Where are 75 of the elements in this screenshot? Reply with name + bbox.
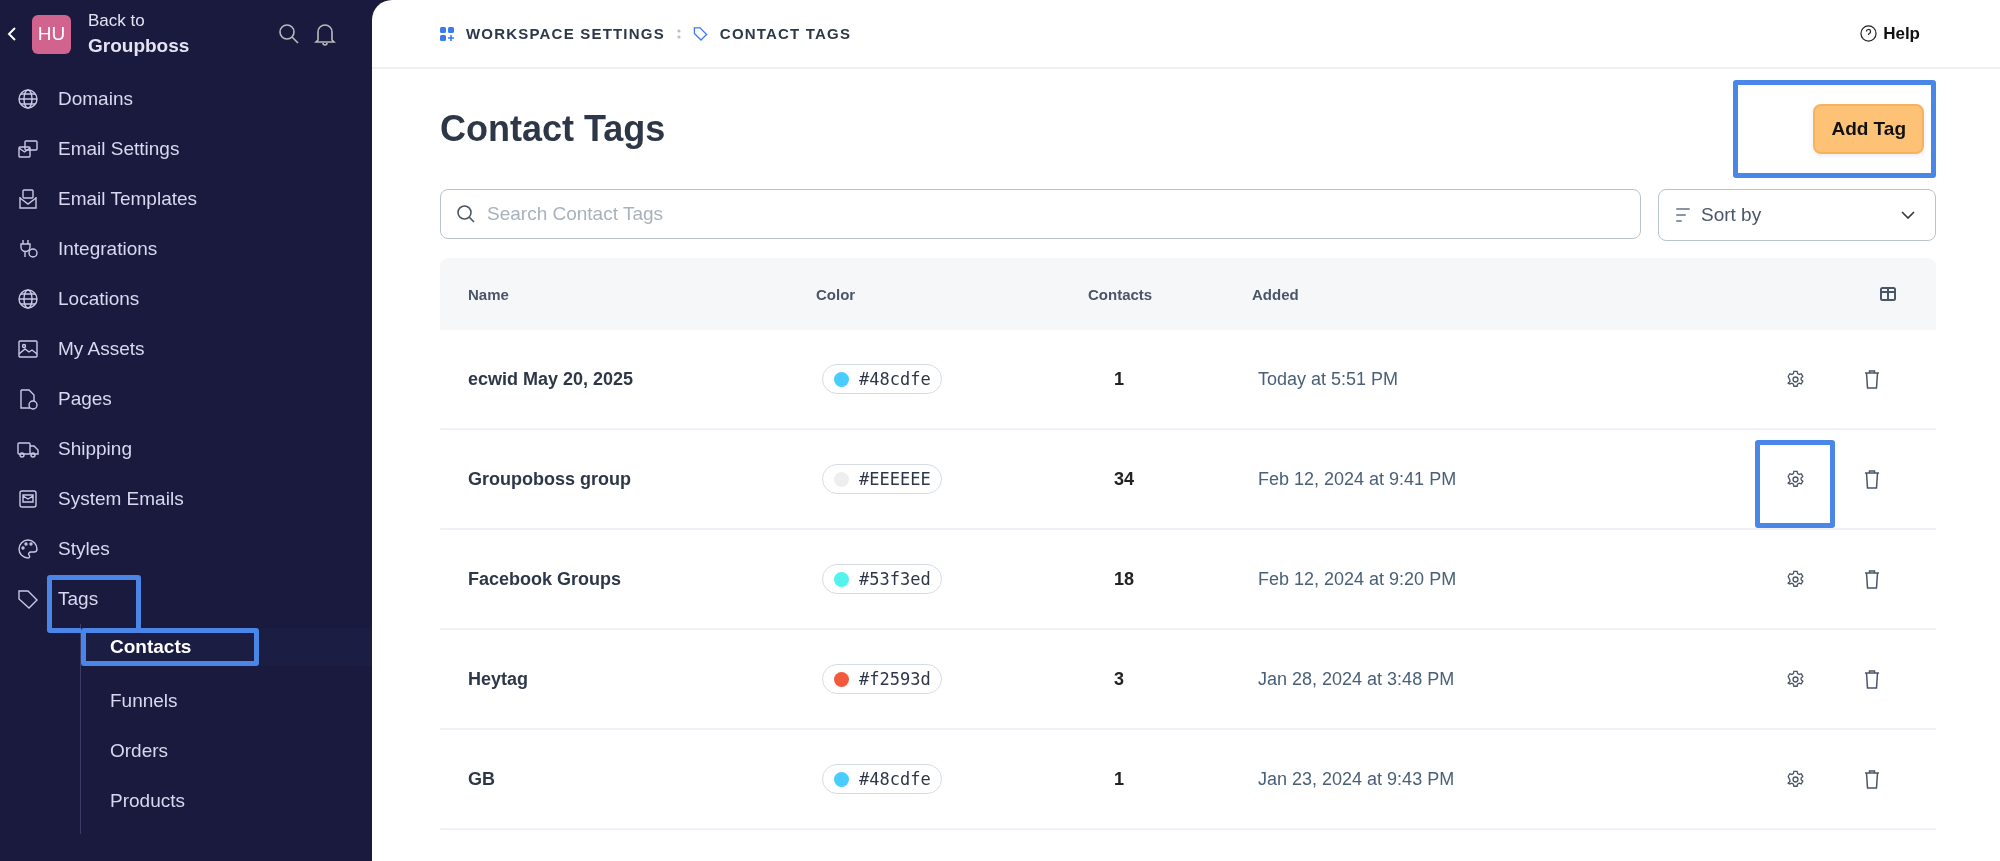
sub-nav-item[interactable]: Orders bbox=[81, 726, 372, 776]
sub-nav-item[interactable]: Products bbox=[81, 776, 372, 826]
nav-item[interactable]: Tags bbox=[0, 574, 372, 624]
added-date: Feb 12, 2024 at 9:20 PM bbox=[1257, 568, 1458, 590]
settings-icon[interactable] bbox=[1786, 469, 1805, 489]
sub-nav-item[interactable]: Contacts bbox=[81, 628, 372, 666]
grid-plus-icon bbox=[440, 26, 454, 41]
tag-icon bbox=[692, 26, 708, 41]
column-header: Name bbox=[468, 285, 510, 303]
nav-item[interactable]: Shipping bbox=[0, 424, 372, 474]
palette-icon bbox=[17, 538, 39, 560]
search-icon bbox=[456, 204, 476, 224]
envelope-list-icon bbox=[17, 188, 39, 210]
contacts-count: 18 bbox=[1113, 568, 1136, 590]
contacts-count: 34 bbox=[1113, 468, 1136, 490]
envelope-icon bbox=[17, 488, 39, 510]
back-label[interactable]: Back to bbox=[88, 11, 278, 31]
settings-icon[interactable] bbox=[1786, 569, 1805, 589]
nav-item[interactable]: Domains bbox=[0, 74, 372, 124]
help-icon bbox=[1860, 25, 1878, 42]
tag-icon bbox=[17, 588, 39, 610]
contacts-count: 3 bbox=[1113, 668, 1125, 690]
bell-icon[interactable] bbox=[314, 22, 336, 46]
nav-item[interactable]: Pages bbox=[0, 374, 372, 424]
columns-icon[interactable] bbox=[1880, 287, 1896, 301]
add-tag-button[interactable]: Add Tag bbox=[1813, 104, 1924, 154]
trash-icon[interactable] bbox=[1863, 369, 1881, 389]
sub-nav-item[interactable]: Funnels bbox=[81, 676, 372, 726]
trash-icon[interactable] bbox=[1863, 769, 1881, 789]
plug-icon bbox=[17, 238, 39, 260]
globe-icon bbox=[17, 88, 39, 110]
tag-name: Facebook Groups bbox=[468, 568, 623, 590]
trash-icon[interactable] bbox=[1863, 669, 1881, 689]
settings-icon[interactable] bbox=[1786, 769, 1805, 789]
image-icon bbox=[17, 338, 39, 360]
search-icon[interactable] bbox=[278, 23, 300, 45]
help-link[interactable]: Help bbox=[1860, 23, 1920, 44]
nav-item[interactable]: Locations bbox=[0, 274, 372, 324]
settings-icon[interactable] bbox=[1786, 369, 1805, 389]
envelope-card-icon bbox=[17, 138, 39, 160]
document-info-icon bbox=[17, 388, 39, 410]
column-header: Color bbox=[816, 285, 857, 303]
tag-name: ecwid May 20, 2025 bbox=[468, 368, 635, 390]
globe-icon bbox=[17, 288, 39, 310]
tag-name: Groupoboss group bbox=[468, 468, 632, 490]
page-title: Contact Tags bbox=[440, 108, 666, 150]
breadcrumb-current: CONTACT TAGS bbox=[719, 25, 852, 42]
search-field[interactable]: Search Contact Tags bbox=[440, 189, 1641, 239]
avatar: HU bbox=[32, 14, 71, 54]
breadcrumb-link[interactable]: WORKSPACE SETTINGS bbox=[466, 25, 665, 42]
added-date: Today at 5:51 PM bbox=[1257, 368, 1400, 390]
nav-item[interactable]: Styles bbox=[0, 524, 372, 574]
nav-item[interactable]: My Assets bbox=[0, 324, 372, 374]
nav-item[interactable]: Email Settings bbox=[0, 124, 372, 174]
column-header: Added bbox=[1252, 285, 1300, 303]
tag-name: Heytag bbox=[468, 668, 530, 690]
workspace-name[interactable]: Groupboss bbox=[88, 35, 278, 57]
separator-icon bbox=[676, 27, 681, 40]
contacts-count: 1 bbox=[1113, 768, 1125, 790]
nav-item[interactable]: System Emails bbox=[0, 474, 372, 524]
trash-icon[interactable] bbox=[1863, 569, 1881, 589]
sort-icon bbox=[1675, 207, 1691, 223]
contacts-count: 1 bbox=[1113, 368, 1125, 390]
chevron-left-icon[interactable] bbox=[7, 26, 17, 42]
column-header: Contacts bbox=[1088, 285, 1154, 303]
nav-item[interactable]: Integrations bbox=[0, 224, 372, 274]
tag-name: GB bbox=[468, 768, 496, 790]
added-date: Jan 23, 2024 at 9:43 PM bbox=[1257, 768, 1456, 790]
nav-item[interactable]: Email Templates bbox=[0, 174, 372, 224]
sort-dropdown[interactable]: Sort by bbox=[1658, 189, 1936, 241]
trash-icon[interactable] bbox=[1863, 469, 1881, 489]
added-date: Feb 12, 2024 at 9:41 PM bbox=[1257, 468, 1458, 490]
settings-icon[interactable] bbox=[1786, 669, 1805, 689]
chevron-down-icon bbox=[1901, 211, 1915, 219]
added-date: Jan 28, 2024 at 3:48 PM bbox=[1257, 668, 1456, 690]
